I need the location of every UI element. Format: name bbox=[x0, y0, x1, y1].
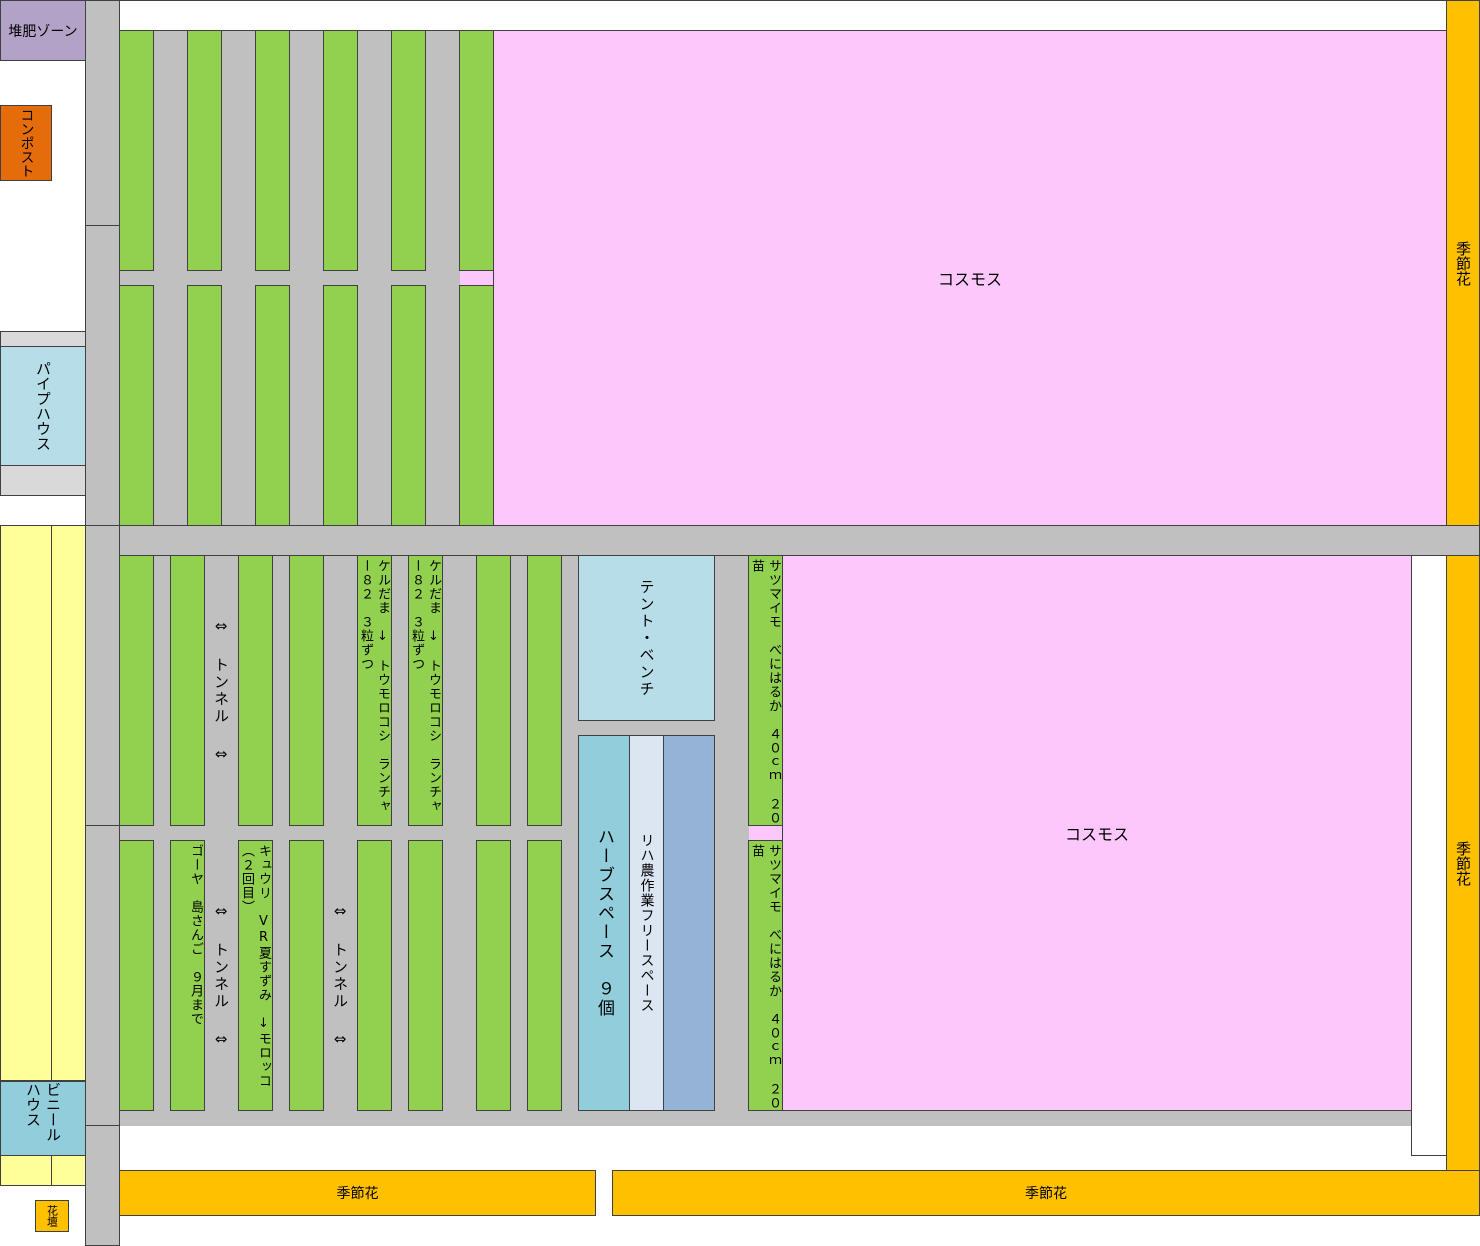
rehab-free-space: リハ農作業フリースペース bbox=[629, 735, 664, 1111]
upper-bed bbox=[187, 285, 222, 526]
cucumber-label: キュウリ VR夏すずみ ↓モロッコ（２回目） bbox=[239, 844, 271, 1088]
cosmos-notch bbox=[460, 271, 494, 285]
sweet-potato-label: サツマイモ べにはるか ４０ｃｍ ２０苗 bbox=[749, 844, 781, 1110]
herb-space-label: ハーブスペース ９個 bbox=[594, 828, 614, 1018]
tunnel: ⇔ トンネル ⇔ bbox=[324, 841, 357, 1111]
vinyl-area-right bbox=[51, 525, 86, 1081]
top-margin bbox=[119, 0, 1447, 31]
vinyl-house: ビニールハウス bbox=[0, 1081, 86, 1156]
compost-label: コンポスト bbox=[18, 108, 35, 178]
upper-bed bbox=[119, 285, 154, 526]
rehab-free-space-label: リハ農作業フリースペース bbox=[638, 833, 655, 1013]
lower-bed bbox=[527, 840, 562, 1111]
compost-zone-label: 堆肥ゾーン bbox=[8, 23, 78, 40]
upper-bed bbox=[323, 30, 358, 271]
path-vertical-1 bbox=[85, 0, 120, 226]
seasonal-flowers-bottom-right: 季節花 bbox=[612, 1170, 1480, 1216]
lower-bed bbox=[476, 840, 511, 1111]
vinyl-bottom-right bbox=[51, 1155, 86, 1186]
seasonal-flowers-bottom-left: 季節花 bbox=[119, 1170, 596, 1216]
vinyl-house-label: ビニールハウス bbox=[24, 1082, 62, 1142]
vinyl-bottom-left bbox=[0, 1155, 52, 1186]
corn-bed-label: ケルだま ↓ トウモロコシ ランチャー８２ ３粒ずつ bbox=[358, 559, 390, 813]
upper-bed bbox=[323, 285, 358, 526]
tunnel: ⇔ トンネル ⇔ bbox=[205, 556, 238, 826]
lower-bed bbox=[408, 840, 443, 1111]
upper-path-area bbox=[120, 31, 494, 525]
cosmos-lower: コスモス bbox=[782, 555, 1412, 1111]
seasonal-flowers-label: 季節花 bbox=[336, 1186, 379, 1202]
corn-bed: ケルだま ↓ トウモロコシ ランチャー８２ ３粒ずつ bbox=[408, 555, 443, 826]
seasonal-flowers-label: 季節花 bbox=[1454, 240, 1472, 286]
lower-bed bbox=[119, 840, 154, 1111]
upper-bed bbox=[255, 30, 290, 271]
tent-bench-label: テント・ベンチ bbox=[637, 578, 656, 698]
tunnel-label: ⇔ トンネル ⇔ bbox=[331, 902, 349, 1050]
path-horizontal-middle bbox=[119, 525, 1480, 556]
cosmos-upper-label: コスモス bbox=[937, 270, 1002, 289]
seasonal-flowers-right-lower: 季節花 bbox=[1446, 555, 1480, 1171]
tunnel: ⇔ トンネル ⇔ bbox=[205, 841, 238, 1111]
upper-bed bbox=[187, 30, 222, 271]
lower-bed bbox=[289, 555, 324, 826]
flower-bed-label: 花壇 bbox=[45, 1205, 59, 1227]
cosmos-upper: コスモス bbox=[493, 30, 1447, 526]
upper-bed bbox=[459, 30, 494, 271]
upper-bed bbox=[391, 30, 426, 271]
path-vertical-5 bbox=[85, 1125, 120, 1246]
sweet-potato-label: サツマイモ べにはるか ４０ｃｍ ２０苗 bbox=[749, 559, 781, 825]
upper-bed bbox=[255, 285, 290, 526]
upper-bed bbox=[119, 30, 154, 271]
tent-bench: テント・ベンチ bbox=[578, 555, 715, 721]
pipe-house-bottom-strip bbox=[0, 465, 86, 496]
lower-bed bbox=[357, 840, 392, 1111]
vinyl-house-text: ビニールハウス bbox=[1, 1082, 85, 1155]
pipe-house: パイプハウス bbox=[0, 346, 86, 466]
blue-bed bbox=[663, 735, 715, 1111]
herb-space: ハーブスペース ９個 bbox=[578, 735, 630, 1111]
flower-bed: 花壇 bbox=[35, 1200, 69, 1232]
pipe-house-top-strip bbox=[0, 331, 86, 347]
compost: コンポスト bbox=[0, 105, 52, 181]
seasonal-flowers-label: 季節花 bbox=[1025, 1186, 1067, 1202]
tunnel-label: ⇔ トンネル ⇔ bbox=[212, 902, 230, 1050]
upper-bed bbox=[459, 285, 494, 526]
corn-bed-label: ケルだま ↓ トウモロコシ ランチャー８２ ３粒ずつ bbox=[409, 559, 441, 813]
sweet-potato-bed: サツマイモ べにはるか ４０ｃｍ ２０苗 bbox=[748, 840, 783, 1111]
right-margin-lower bbox=[1411, 555, 1447, 1156]
tunnel-label: ⇔ トンネル ⇔ bbox=[212, 617, 230, 765]
compost-zone: 堆肥ゾーン bbox=[0, 0, 86, 61]
vinyl-area-left bbox=[0, 525, 52, 1081]
cosmos-lower-label: コスモス bbox=[1064, 825, 1129, 844]
pipe-house-label: パイプハウス bbox=[34, 361, 52, 451]
goya-label: ゴーヤ 島さんご ９月まで bbox=[188, 844, 203, 1026]
cosmos-notch bbox=[749, 826, 783, 840]
lower-bed bbox=[527, 555, 562, 826]
cucumber-bed: キュウリ VR夏すずみ ↓モロッコ（２回目） bbox=[238, 840, 273, 1111]
goya-bed: ゴーヤ 島さんご ９月まで bbox=[170, 840, 205, 1111]
lower-bed bbox=[119, 555, 154, 826]
seasonal-flowers-label: 季節花 bbox=[1454, 840, 1472, 886]
path-vertical-2 bbox=[85, 225, 120, 526]
path-vertical-3 bbox=[85, 525, 120, 826]
upper-bed bbox=[391, 285, 426, 526]
seasonal-flowers-right-upper: 季節花 bbox=[1446, 0, 1480, 526]
sweet-potato-bed: サツマイモ べにはるか ４０ｃｍ ２０苗 bbox=[748, 555, 783, 826]
lower-bed bbox=[476, 555, 511, 826]
lower-bed bbox=[238, 555, 273, 826]
lower-bed bbox=[170, 555, 205, 826]
lower-bed bbox=[289, 840, 324, 1111]
corn-bed: ケルだま ↓ トウモロコシ ランチャー８２ ３粒ずつ bbox=[357, 555, 392, 826]
path-vertical-4 bbox=[85, 825, 120, 1126]
